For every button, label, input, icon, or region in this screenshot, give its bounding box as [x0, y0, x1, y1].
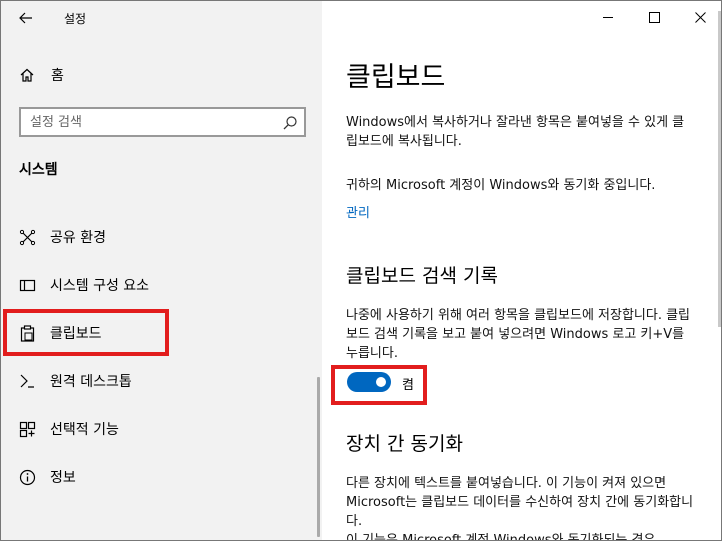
sidebar-item-label: 원격 데스크톱 [50, 374, 132, 390]
settings-search-box[interactable] [19, 107, 306, 137]
close-icon [694, 11, 706, 23]
sidebar-item-label: 공유 환경 [50, 230, 106, 246]
sidebar-item-label: 정보 [50, 470, 76, 486]
intro-text: Windows에서 복사하거나 잘라낸 항목은 붙여넣을 수 있게 클립보드에 … [346, 115, 685, 149]
window-controls [585, 1, 721, 33]
components-icon [19, 277, 36, 294]
toggle-state-label: 켬 [402, 378, 414, 393]
clipboard-icon [19, 324, 36, 342]
section-title: 시스템 [19, 162, 58, 178]
main-content: 클립보드 Windows에서 복사하거나 잘라낸 항목은 붙여넣을 수 있게 클… [322, 1, 721, 541]
settings-window: 설정 홈 시스템 공유 환경 시스템 구성 요소 클립보드 [0, 0, 722, 541]
maximize-icon [648, 11, 660, 23]
sidebar-item-about[interactable]: 정보 [1, 454, 322, 500]
home-icon [20, 68, 34, 82]
back-button[interactable] [11, 7, 41, 29]
manage-link[interactable]: 관리 [346, 202, 370, 221]
sidebar-item-system-components[interactable]: 시스템 구성 요소 [1, 262, 322, 308]
back-arrow-icon [19, 12, 32, 24]
sidebar-scrollbar[interactable] [317, 377, 320, 537]
history-heading: 클립보드 검색 기록 [346, 265, 498, 287]
toggle-knob [376, 377, 386, 387]
sidebar-item-optional-features[interactable]: 선택적 기능 [1, 406, 322, 452]
sidebar-item-clipboard[interactable]: 클립보드 [1, 310, 322, 356]
sync-description-cut: 이 기능은 Microsoft 계정 Windows와 동기화되는 경우 [346, 533, 656, 541]
sync-status-text: 귀하의 Microsoft 계정이 Windows와 동기화 중입니다. [346, 178, 656, 193]
home-label: 홈 [51, 68, 64, 84]
sync-description: 다른 장치에 텍스트를 붙여넣습니다. 이 기능이 켜져 있으면 Microso… [346, 476, 694, 529]
minimize-button[interactable] [585, 1, 631, 33]
content-scrollbar[interactable] [718, 11, 721, 327]
sidebar-item-remote-desktop[interactable]: 원격 데스크톱 [1, 358, 322, 404]
clipboard-history-toggle[interactable] [347, 372, 391, 392]
remote-desktop-icon [19, 373, 36, 390]
home-link[interactable]: 홈 [19, 65, 64, 85]
share-icon [19, 229, 36, 246]
sidebar-item-label: 선택적 기능 [50, 422, 119, 438]
info-icon [19, 469, 36, 486]
minimize-icon [602, 16, 613, 18]
search-icon [283, 116, 297, 130]
maximize-button[interactable] [631, 1, 677, 33]
sidebar: 설정 홈 시스템 공유 환경 시스템 구성 요소 클립보드 [1, 1, 322, 540]
optional-features-icon [19, 421, 36, 438]
app-title: 설정 [64, 12, 87, 26]
sync-heading: 장치 간 동기화 [346, 433, 463, 455]
sidebar-item-shared-experiences[interactable]: 공유 환경 [1, 214, 322, 260]
close-button[interactable] [677, 1, 721, 33]
sidebar-item-label: 클립보드 [50, 326, 102, 342]
sidebar-item-label: 시스템 구성 요소 [50, 278, 150, 294]
history-description: 나중에 사용하기 위해 여러 항목을 클립보드에 저장합니다. 클립보드 검색 … [346, 308, 691, 361]
search-input[interactable] [30, 114, 280, 130]
page-title: 클립보드 [346, 62, 446, 93]
